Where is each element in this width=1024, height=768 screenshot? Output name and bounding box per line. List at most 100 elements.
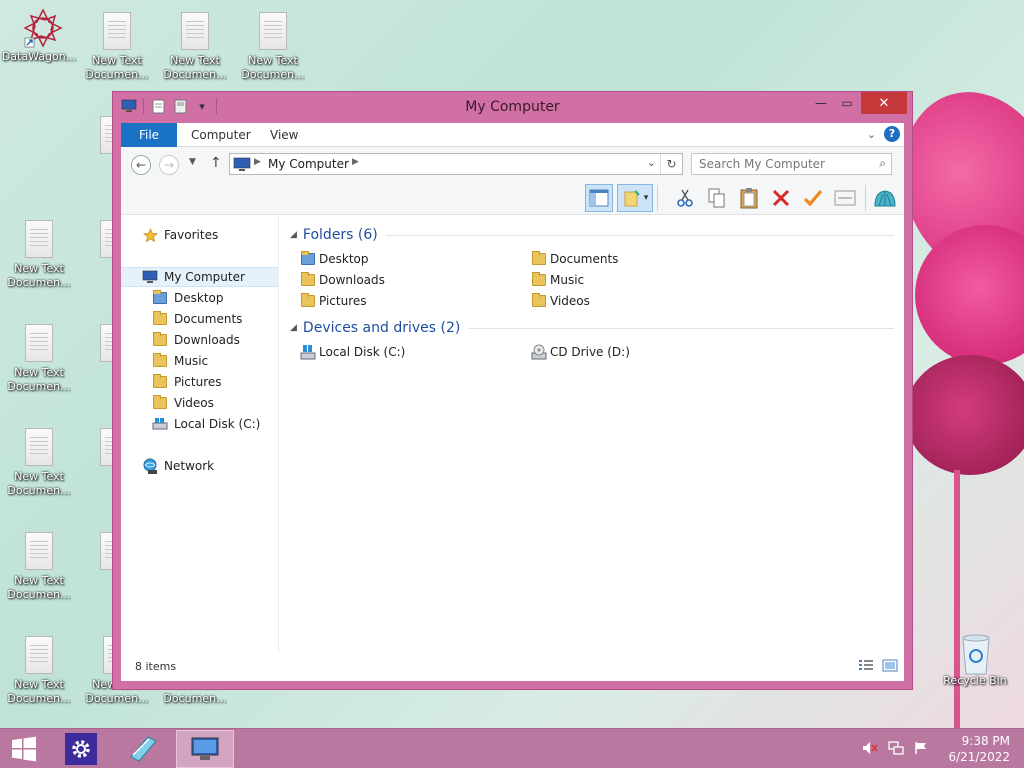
desktop-icon-text-document[interactable]: New Text Documen... (0, 220, 78, 290)
minimize-button[interactable]: — (808, 92, 834, 114)
nav-item-documents[interactable]: Documents (121, 309, 278, 329)
large-icons-view-icon[interactable] (882, 659, 898, 675)
desktop-icon-text-document[interactable] (100, 220, 112, 268)
nav-item-favorites[interactable]: Favorites (121, 225, 278, 245)
copy-button[interactable] (703, 184, 731, 212)
breadcrumb-chevron-icon[interactable]: ▶ (352, 157, 359, 167)
tab-view[interactable]: View (256, 123, 312, 147)
navigation-pane-icon (589, 189, 609, 207)
gear-icon (65, 733, 97, 765)
desktop-icon-text-document[interactable]: New Text Documen... (0, 636, 78, 706)
item-label: CD Drive (D:) (550, 345, 630, 359)
desktop-icon-label: New Text Documen... (7, 366, 71, 393)
nav-item-downloads[interactable]: Downloads (121, 330, 278, 350)
folder-item-pictures[interactable]: Pictures (300, 292, 367, 310)
cut-button[interactable] (671, 184, 699, 212)
network-icon[interactable] (888, 741, 904, 758)
nav-item-music[interactable]: Music (121, 351, 278, 371)
recycle-bin-icon (959, 632, 991, 675)
search-icon[interactable]: ⌕ (879, 156, 886, 171)
desktop-icon-datawagon[interactable]: DataWagon... (0, 8, 78, 64)
nav-item-my-computer[interactable]: My Computer (121, 267, 278, 287)
desktop-icon-text-document[interactable]: New Text Documen... (234, 12, 312, 82)
help-icon[interactable]: ? (884, 126, 900, 142)
paste-button[interactable] (735, 184, 763, 212)
properties-sheet-button[interactable] (831, 184, 859, 212)
navigation-pane: Favorites My Computer Desktop Documents … (121, 215, 279, 653)
desktop-icon-text-document[interactable]: New Text Documen... (78, 12, 156, 82)
delete-button[interactable] (767, 184, 795, 212)
network-button[interactable] (871, 184, 899, 212)
text-document-icon (100, 220, 112, 258)
desktop-icon-label: Recycle Bin (943, 674, 1007, 687)
desktop-icon-text-document[interactable]: New Text Documen... (0, 324, 78, 394)
notepad-icon (130, 736, 157, 762)
desktop-icon-text-document[interactable] (100, 116, 112, 164)
item-label: Local Disk (C:) (319, 345, 406, 359)
group-header-devices[interactable]: ◢ Devices and drives (2) (290, 318, 894, 338)
group-header-folders[interactable]: ◢ Folders (6) (290, 225, 894, 245)
taskbar-settings[interactable] (52, 730, 110, 768)
clock[interactable]: 9:38 PM 6/21/2022 (948, 733, 1010, 765)
ribbon-tabs: File Computer View ⌄ ? (121, 123, 904, 147)
navigation-pane-button[interactable] (585, 184, 613, 212)
drive-item-local-disk[interactable]: Local Disk (C:) (300, 343, 405, 361)
speaker-muted-icon[interactable] (862, 741, 878, 758)
recent-locations-dropdown-icon[interactable]: ▼ (189, 157, 196, 167)
computer-icon (233, 157, 251, 174)
text-document-icon (25, 636, 53, 674)
collapse-triangle-icon[interactable]: ◢ (290, 323, 297, 333)
text-document-icon (181, 12, 209, 50)
folder-properties-icon (624, 190, 640, 207)
action-center-flag-icon[interactable] (914, 741, 928, 758)
nav-item-desktop[interactable]: Desktop (121, 288, 278, 308)
maximize-button[interactable]: ▭ (834, 92, 860, 114)
desktop-icon-recycle-bin[interactable]: Recycle Bin (936, 632, 1014, 688)
nav-item-network[interactable]: Network (121, 456, 278, 476)
breadcrumb-chevron-icon[interactable]: ▶ (254, 157, 261, 167)
desktop-icon-text-document[interactable]: New Text Documen... (0, 532, 78, 602)
nav-item-local-disk[interactable]: Local Disk (C:) (121, 414, 278, 434)
maximize-icon: ▭ (841, 96, 853, 110)
taskbar-notepad[interactable] (114, 730, 172, 768)
close-icon: ✕ (878, 95, 890, 111)
search-input[interactable] (692, 154, 862, 174)
forward-button[interactable]: → (159, 155, 179, 175)
details-view-icon[interactable] (858, 659, 874, 675)
nav-item-pictures[interactable]: Pictures (121, 372, 278, 392)
up-arrow-icon[interactable]: ↑ (210, 155, 222, 171)
folder-item-desktop[interactable]: Desktop (300, 250, 369, 268)
desktop-icon-text-document[interactable] (100, 532, 112, 580)
rename-button[interactable] (799, 184, 827, 212)
taskbar-my-computer[interactable] (176, 730, 234, 768)
start-button[interactable] (0, 730, 48, 768)
close-button[interactable]: ✕ (861, 92, 907, 114)
back-button[interactable]: ← (131, 155, 151, 175)
tab-computer[interactable]: Computer (177, 123, 265, 147)
nav-item-label: Videos (174, 396, 214, 410)
videos-folder-icon (151, 395, 169, 411)
desktop-icon-text-document[interactable]: New Text Documen... (0, 428, 78, 498)
breadcrumb-my-computer[interactable]: My Computer (268, 157, 349, 171)
folder-item-videos[interactable]: Videos (531, 292, 590, 310)
desktop-icon-text-document[interactable] (100, 324, 112, 372)
folder-item-documents[interactable]: Documents (531, 250, 618, 268)
desktop-icon-label: New Text Documen... (163, 54, 227, 81)
title-bar[interactable]: ▾ My Computer — ▭ ✕ (113, 92, 912, 123)
folder-item-music[interactable]: Music (531, 271, 584, 289)
text-document-icon (100, 324, 112, 362)
address-bar[interactable]: ▶ My Computer ▶ ⌄ ↻ (229, 153, 683, 175)
text-document-icon (259, 12, 287, 50)
expand-ribbon-icon[interactable]: ⌄ (867, 128, 876, 141)
drive-item-cd-drive[interactable]: CD Drive (D:) (531, 343, 630, 361)
folder-item-downloads[interactable]: Downloads (300, 271, 385, 289)
desktop-icon-text-document[interactable] (100, 428, 112, 476)
nav-item-videos[interactable]: Videos (121, 393, 278, 413)
nav-item-label: Network (164, 459, 215, 473)
tab-file[interactable]: File (121, 123, 177, 147)
address-dropdown-icon[interactable]: ⌄ (647, 156, 656, 169)
desktop-icon-text-document[interactable]: New Text Documen... (156, 12, 234, 82)
collapse-triangle-icon[interactable]: ◢ (290, 230, 297, 240)
refresh-icon[interactable]: ↻ (660, 154, 682, 174)
properties-button[interactable]: ▾ (617, 184, 653, 212)
